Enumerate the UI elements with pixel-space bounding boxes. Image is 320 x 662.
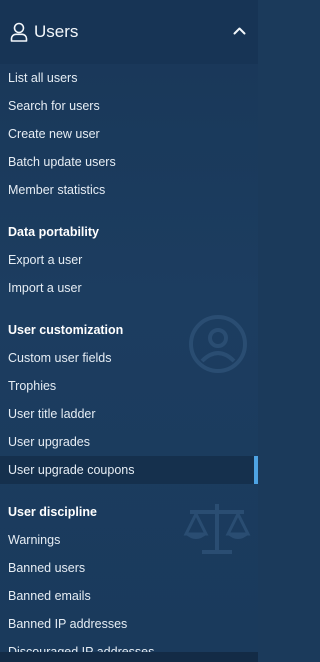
panel-bottom-edge (0, 652, 258, 662)
menu-item-label: Custom user fields (8, 351, 112, 365)
users-title: Users (34, 22, 79, 41)
menu-item-label: Import a user (8, 281, 82, 295)
menu-item-member-statistics[interactable]: Member statistics (0, 176, 258, 204)
menu-item-batch-update-users[interactable]: Batch update users (0, 148, 258, 176)
menu-item-label: Search for users (8, 99, 100, 113)
active-indicator-bar (254, 456, 258, 484)
chevron-up-icon[interactable] (233, 26, 246, 35)
menu-item-import-a-user[interactable]: Import a user (0, 274, 258, 302)
menu-item-label: Member statistics (8, 183, 106, 197)
menu-item-label: Batch update users (8, 155, 116, 169)
user-icon (10, 22, 28, 42)
users-menu: List all users Search for users Create new… (0, 64, 258, 662)
menu-item-label: Warnings (8, 533, 61, 547)
menu-item-label: Banned emails (8, 589, 91, 603)
menu-item-banned-ip-addresses[interactable]: Banned IP addresses (0, 610, 258, 638)
section-heading-data-portability: Data portability (8, 225, 99, 239)
menu-item-search-for-users[interactable]: Search for users (0, 92, 258, 120)
menu-item-user-title-ladder[interactable]: User title ladder (0, 400, 258, 428)
menu-item-export-a-user[interactable]: Export a user (0, 246, 258, 274)
menu-item-label: User upgrades (8, 435, 90, 449)
menu-item-create-new-user[interactable]: Create new user (0, 120, 258, 148)
menu-item-banned-users[interactable]: Banned users (0, 554, 258, 582)
menu-item-label: Trophies (8, 379, 57, 393)
menu-item-warnings[interactable]: Warnings (0, 526, 258, 554)
section-heading-user-customization: User customization (8, 323, 124, 337)
menu-item-trophies[interactable]: Trophies (0, 372, 258, 400)
menu-item-label: List all users (8, 71, 78, 85)
menu-item-user-upgrades[interactable]: User upgrades (0, 428, 258, 456)
menu-item-label: Banned users (8, 561, 86, 575)
menu-item-label: Export a user (8, 253, 83, 267)
menu-item-label: User title ladder (8, 407, 96, 421)
section-heading-user-discipline: User discipline (8, 505, 97, 519)
menu-item-label: Create new user (8, 127, 100, 141)
menu-item-banned-emails[interactable]: Banned emails (0, 582, 258, 610)
users-section-header[interactable]: Users (0, 0, 258, 64)
menu-item-label: Banned IP addresses (8, 617, 128, 631)
menu-item-label: User upgrade coupons (8, 463, 135, 477)
users-nav-panel: Users List all users Search for users Crea… (0, 0, 258, 662)
menu-item-user-upgrade-coupons[interactable]: User upgrade coupons (0, 456, 258, 484)
menu-item-custom-user-fields[interactable]: Custom user fields (0, 344, 258, 372)
menu-item-list-all-users[interactable]: List all users (0, 64, 258, 92)
